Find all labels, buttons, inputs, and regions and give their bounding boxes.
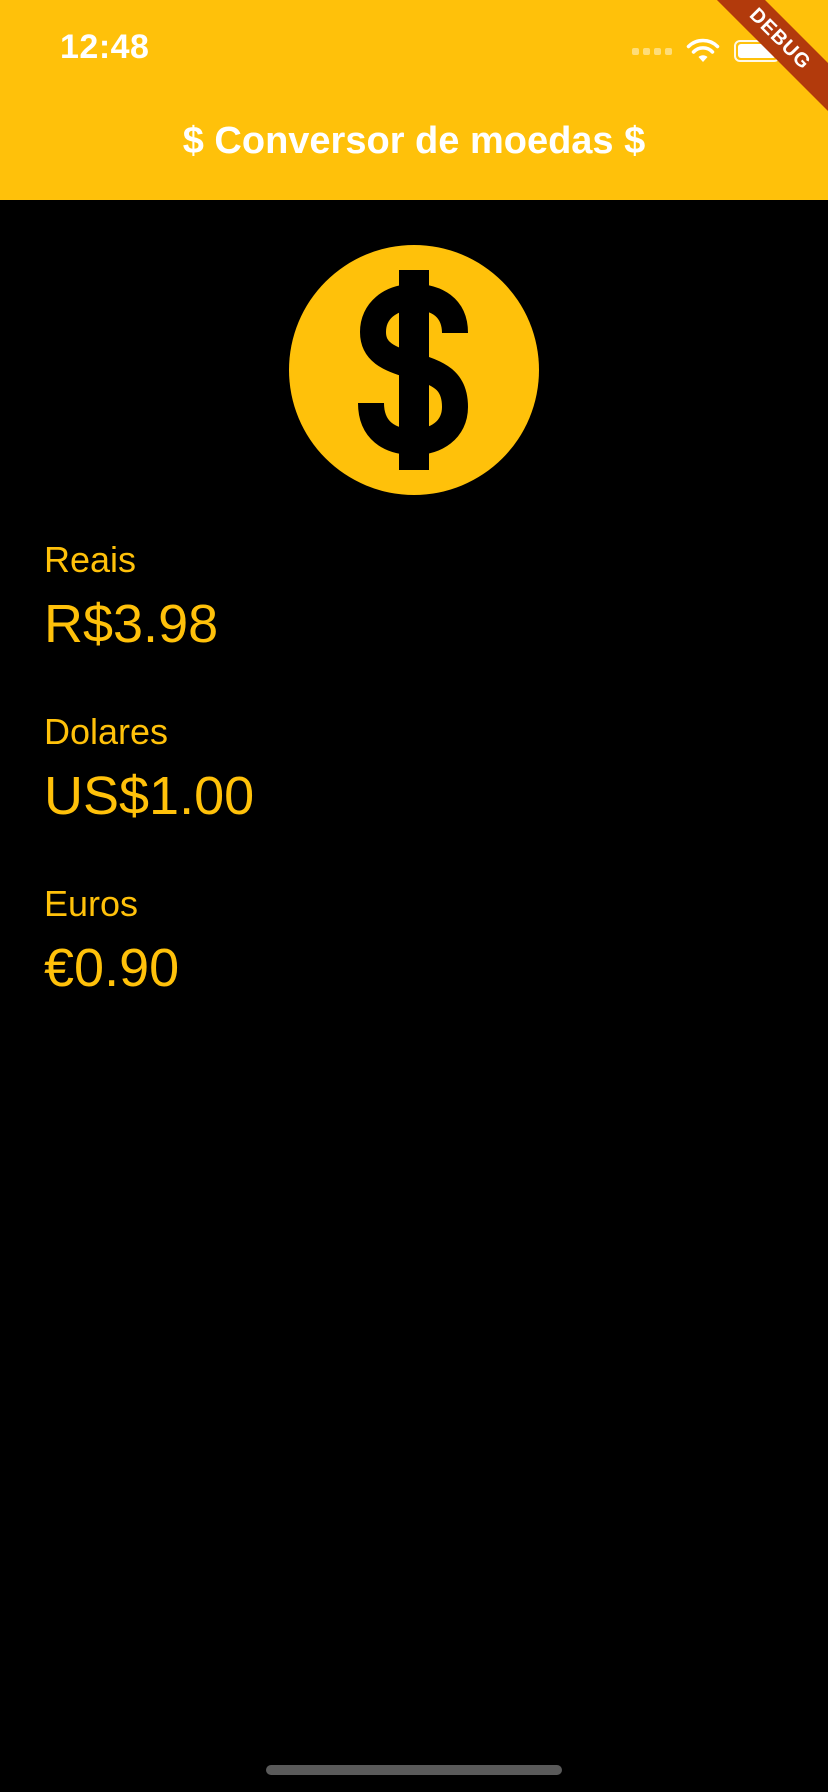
currency-value: R$3.98 bbox=[44, 594, 219, 654]
currency-item-reais: Reais R$3.98 bbox=[44, 540, 218, 656]
dollar-coin-icon bbox=[289, 245, 539, 495]
cellular-signal-icon bbox=[632, 47, 672, 55]
app-screen: 12:48 $ Conversor de moedas $ DEBUG Reai… bbox=[0, 0, 828, 1792]
currency-item-euros: Euros €0.90 bbox=[44, 884, 179, 1000]
currency-label: Dolares bbox=[44, 711, 169, 752]
currency-value: US$1.00 bbox=[44, 766, 255, 826]
home-indicator[interactable] bbox=[266, 1765, 562, 1775]
page-title: $ Conversor de moedas $ bbox=[182, 120, 646, 162]
app-bar: 12:48 $ Conversor de moedas $ DEBUG bbox=[0, 0, 828, 200]
wifi-icon bbox=[686, 38, 720, 62]
currency-label: Reais bbox=[44, 539, 137, 580]
currency-label: Euros bbox=[44, 883, 139, 924]
currency-item-dolares: Dolares US$1.00 bbox=[44, 712, 254, 828]
currency-value: €0.90 bbox=[44, 938, 180, 998]
status-time: 12:48 bbox=[60, 28, 150, 66]
